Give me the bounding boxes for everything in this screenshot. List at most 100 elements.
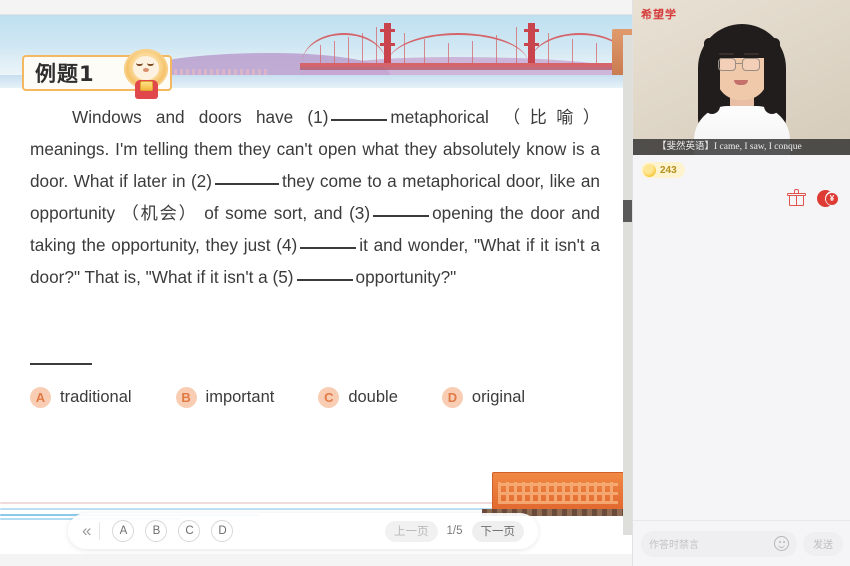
- glasses-lens: [718, 58, 736, 71]
- answer-chip-d[interactable]: D: [211, 520, 234, 542]
- orange-building-icon: [482, 470, 632, 516]
- chat-placeholder: 作答时禁言: [649, 540, 699, 551]
- option-c[interactable]: C double: [318, 387, 398, 408]
- teacher-avatar: [690, 18, 794, 155]
- bridge-hanger: [362, 33, 363, 63]
- slide-scrollbar-thumb[interactable]: [623, 200, 632, 222]
- glasses-bridge: [736, 63, 742, 65]
- coin-badge[interactable]: 243: [641, 162, 685, 178]
- page-indicator: 1/5: [446, 525, 463, 537]
- stage-bottom-strip: [0, 554, 632, 566]
- smiley-eye: [782, 541, 785, 543]
- tower-crossbar: [524, 29, 539, 32]
- toolbar-divider: [99, 522, 101, 540]
- coin-row: 243: [633, 155, 850, 185]
- mascot-gold-ingot: [140, 81, 153, 91]
- bridge-hanger: [320, 45, 321, 63]
- collapse-left-icon[interactable]: «: [82, 521, 91, 541]
- bridge-hanger: [424, 39, 425, 63]
- option-letter-badge: D: [441, 387, 463, 408]
- fill-blank-3: [373, 215, 430, 217]
- tower-crossbar: [524, 43, 539, 46]
- chat-input-bar: 作答时禁言 发送: [633, 520, 850, 566]
- fill-blank-5: [296, 279, 353, 281]
- hair-side: [704, 38, 720, 114]
- fill-blank-1: [331, 119, 388, 121]
- bridge-hanger: [334, 41, 335, 63]
- chat-input[interactable]: 作答时禁言: [641, 530, 797, 557]
- monkey-mascot-icon: [120, 47, 172, 99]
- hair-side: [764, 38, 780, 114]
- stage-top-strip: [0, 0, 632, 14]
- answer-block: A traditional B important C double D ori…: [30, 363, 610, 408]
- bridge-hanger: [516, 27, 517, 63]
- answer-chip-b[interactable]: B: [145, 520, 168, 542]
- next-page-button[interactable]: 下一页: [471, 520, 524, 542]
- gift-box-icon[interactable]: [787, 189, 806, 207]
- eyebrow: [744, 53, 759, 55]
- bridge-hanger: [448, 43, 449, 63]
- bridge-hanger: [376, 27, 377, 63]
- mascot-nose: [143, 68, 149, 72]
- live-side-panel: 希望学 【斐然英语】I came, I saw, I conque 243 ¥ …: [632, 0, 850, 566]
- gift-ribbon: [795, 196, 798, 206]
- fill-blank-2: [214, 183, 279, 185]
- chat-message-list[interactable]: [633, 216, 850, 520]
- bridge-hanger: [404, 33, 405, 63]
- bridge-hanger: [572, 39, 573, 63]
- eyebrow: [719, 53, 734, 55]
- option-b[interactable]: B important: [175, 387, 275, 408]
- example-number-label: 例题1: [35, 62, 95, 86]
- courseware-stage: 例题1 Windows and doors have (1) metaphoric…: [0, 0, 632, 566]
- tower-crossbar: [380, 43, 395, 46]
- glasses-lens: [742, 58, 760, 71]
- golden-gate-bridge-icon: [300, 23, 632, 79]
- teacher-video-feed[interactable]: 希望学 【斐然英语】I came, I saw, I conque: [633, 0, 850, 155]
- options-row: A traditional B important C double D ori…: [30, 387, 610, 408]
- option-text: double: [348, 388, 398, 406]
- courseware-toolbar: « A B C D 上一页 1/5 下一页: [68, 513, 538, 549]
- tower-crossbar: [380, 29, 395, 32]
- bridge-hanger: [496, 35, 497, 63]
- option-d[interactable]: D original: [441, 387, 526, 408]
- question-blank-rule: [30, 363, 92, 365]
- bridge-tower: [524, 23, 539, 67]
- answer-chip-a[interactable]: A: [112, 520, 135, 542]
- option-a[interactable]: A traditional: [30, 387, 132, 408]
- answer-chip-c[interactable]: C: [178, 520, 201, 542]
- bridge-hanger: [548, 33, 549, 63]
- option-text: original: [471, 388, 526, 406]
- option-letter-badge: A: [30, 387, 51, 408]
- video-caption: 【斐然英语】I came, I saw, I conque: [633, 139, 850, 155]
- reading-passage: Windows and doors have (1) metaphorical （…: [0, 101, 618, 293]
- currency-symbol: ¥: [826, 192, 838, 205]
- coin-count: 243: [660, 164, 677, 176]
- smiley-mouth: [778, 544, 785, 548]
- bridge-hanger: [596, 43, 597, 63]
- slide-canvas: 例题1 Windows and doors have (1) metaphoric…: [0, 14, 632, 554]
- bridge-hanger: [348, 37, 349, 63]
- smiley-icon[interactable]: [774, 536, 789, 551]
- pagination: 上一页 1/5 下一页: [385, 520, 524, 542]
- send-button[interactable]: 发送: [803, 531, 843, 556]
- fill-blank-4: [300, 247, 357, 249]
- bridge-cable: [302, 33, 386, 63]
- action-icon-row: ¥: [787, 189, 840, 207]
- smiley-eye: [778, 541, 781, 543]
- live-class-app: 例题1 Windows and doors have (1) metaphoric…: [0, 0, 850, 566]
- red-envelope-icon[interactable]: ¥: [817, 190, 840, 207]
- option-text: important: [205, 388, 275, 406]
- building-windows: [498, 482, 618, 504]
- prev-page-button[interactable]: 上一页: [385, 520, 438, 542]
- option-letter-badge: B: [175, 387, 197, 408]
- passage-paragraph: Windows and doors have (1) metaphorical （…: [30, 101, 600, 293]
- bridge-hanger: [472, 41, 473, 63]
- brand-logo: 希望学: [641, 8, 677, 21]
- bridge-tower: [380, 23, 395, 67]
- slide-scrollbar-track[interactable]: [623, 35, 632, 535]
- passage-segment: opportunity?": [355, 267, 457, 287]
- gold-coin-icon: [643, 163, 656, 177]
- option-letter-badge: C: [318, 387, 340, 408]
- option-text: traditional: [60, 388, 132, 406]
- passage-segment: Windows and doors have (1): [72, 107, 329, 127]
